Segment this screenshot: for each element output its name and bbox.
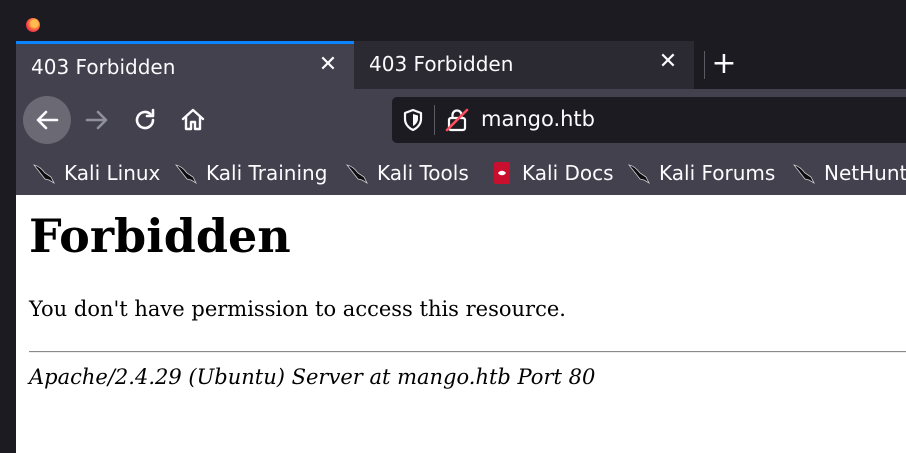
url-bar[interactable]: mango.htb [392,97,906,143]
arrow-left-icon [36,110,59,130]
forward-button[interactable] [73,96,121,144]
bookmark-kali-training[interactable]: Kali Training [174,159,327,187]
bookmark-label: Kali Docs [522,161,614,185]
kali-dragon-icon [628,164,650,185]
tab-strip: 403 Forbidden ✕ 403 Forbidden ✕ + [16,41,906,89]
url-separator [434,105,435,135]
title-bar [0,0,906,41]
page-title: Forbidden [29,209,291,263]
kali-dragon-icon [33,164,55,185]
bookmark-kali-docs[interactable]: Kali Docs [490,159,614,187]
bookmark-label: Kali Forums [659,161,776,185]
firefox-logo-icon [26,18,40,32]
bookmark-label: Kali Linux [64,161,161,185]
bookmark-kali-forums[interactable]: Kali Forums [627,159,775,187]
kali-dragon-icon [175,164,197,185]
arrow-right-icon [85,110,108,130]
close-icon[interactable]: ✕ [316,53,340,77]
kali-dragon-icon [346,164,368,185]
bookmark-nethunter[interactable]: NetHunter [792,159,906,187]
insecure-lock-icon[interactable] [444,107,470,133]
reload-icon [135,108,155,130]
browser-window: 403 Forbidden ✕ 403 Forbidden ✕ + mango.… [0,0,906,453]
tab-title: 403 Forbidden [369,52,514,76]
reload-button[interactable] [121,96,169,144]
divider [29,351,906,353]
close-icon[interactable]: ✕ [656,50,680,74]
tab-title: 403 Forbidden [31,55,176,79]
shield-icon[interactable] [400,107,426,133]
url-text[interactable]: mango.htb [481,107,595,131]
bookmarks-toolbar: Kali Linux Kali Training Kali Tools Kali… [16,151,906,195]
home-button[interactable] [169,96,217,144]
error-message: You don't have permission to access this… [29,297,566,321]
server-signature: Apache/2.4.29 (Ubuntu) Server at mango.h… [29,365,596,389]
navigation-toolbar: mango.htb [16,89,906,151]
bookmark-kali-tools[interactable]: Kali Tools [345,159,469,187]
bookmark-label: Kali Tools [377,161,469,185]
page-content: Forbidden You don't have permission to a… [16,195,906,453]
kali-dragon-icon [793,164,815,185]
back-button[interactable] [23,96,71,144]
new-tab-button[interactable]: + [706,47,742,83]
tab-separator [704,51,705,79]
bookmark-kali-linux[interactable]: Kali Linux [32,159,160,187]
kali-docs-icon [494,162,510,184]
tab-1[interactable]: 403 Forbidden ✕ [16,41,354,89]
home-icon [181,108,205,131]
bookmark-label: NetHunter [824,161,906,185]
bookmark-label: Kali Training [206,161,328,185]
tab-2[interactable]: 403 Forbidden ✕ [354,41,694,89]
